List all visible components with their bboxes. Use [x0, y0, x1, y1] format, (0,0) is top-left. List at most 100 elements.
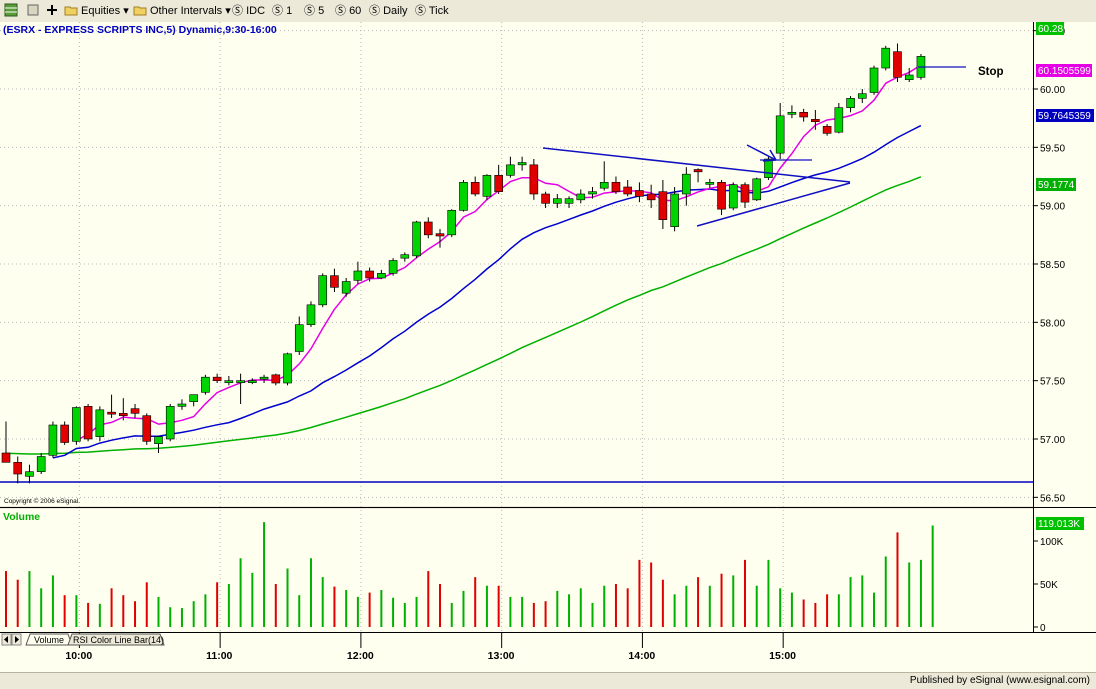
candle-body [365, 270, 374, 279]
equities-menu[interactable]: Equities ▾ [81, 4, 129, 18]
chevron-down-icon: ▾ [123, 5, 129, 17]
tick-button[interactable]: Ⓢ Tick [415, 4, 449, 18]
candle-body [717, 182, 726, 210]
candle [60, 421, 69, 445]
candle [83, 404, 93, 442]
volume-tick-label: 0 [1040, 623, 1046, 634]
candle-body [623, 186, 632, 195]
candle-body [611, 182, 621, 192]
candle-body [682, 173, 691, 195]
candle-body [834, 107, 844, 133]
candle-body [236, 380, 245, 383]
interval-1-label: 1 [286, 5, 293, 17]
candle-body [36, 456, 46, 472]
x-tick-label: 10:00 [65, 650, 92, 662]
candle-body [470, 182, 480, 195]
chart-area[interactable]: 60.5060.0059.5059.0058.5058.0057.5057.00… [0, 22, 1096, 672]
y-tick-label: 58.50 [1040, 260, 1065, 271]
idc-label: IDC [246, 5, 266, 17]
candle-body [740, 184, 750, 203]
circle-icon: Ⓢ [369, 5, 380, 17]
time-axis-bg [0, 632, 1096, 672]
candle-body [705, 182, 715, 185]
candle-body [341, 281, 351, 294]
candle-body [165, 406, 175, 440]
candle-body [693, 169, 703, 173]
circle-icon: Ⓢ [335, 5, 346, 17]
candle-body [494, 175, 503, 192]
candle-body [177, 403, 187, 407]
candle [728, 182, 738, 211]
candle-body [330, 275, 339, 288]
candle-body [306, 304, 316, 325]
grid-icon[interactable] [4, 3, 18, 17]
copyright: Copyright © 2006 eSignal. [4, 497, 80, 505]
daily-button[interactable]: Ⓢ Daily [369, 4, 408, 18]
candle-body [459, 182, 468, 211]
candle-body [400, 254, 410, 259]
candle-body [846, 98, 855, 108]
candle-body [248, 380, 257, 383]
candle [318, 273, 328, 308]
candle-body [553, 198, 562, 204]
candle-body [482, 175, 492, 197]
candle-body [107, 411, 116, 415]
candle [834, 103, 844, 134]
idc-button[interactable]: Ⓢ IDC [232, 4, 265, 18]
candle-body [294, 324, 304, 352]
candle-body [83, 406, 93, 440]
candle [95, 406, 105, 442]
candle-body [775, 115, 785, 154]
interval-5-button[interactable]: Ⓢ 5 [304, 4, 324, 18]
x-tick-label: 14:00 [628, 650, 655, 662]
ma-mid-label: 59.7645359 [1038, 111, 1091, 122]
candle-body [869, 67, 879, 93]
candle-body [670, 193, 679, 227]
volume-panel-bg [0, 509, 1033, 632]
candle [529, 159, 539, 200]
x-tick-label: 12:00 [347, 650, 374, 662]
folder-icon [133, 3, 147, 17]
candle-body [541, 193, 550, 204]
volume-tick-label: 100K [1040, 537, 1064, 548]
candle-body [787, 112, 797, 115]
candle-body [529, 164, 539, 195]
candle-body [822, 126, 832, 134]
y-tick-label: 56.50 [1040, 493, 1065, 504]
y-tick-label: 58.00 [1040, 318, 1065, 329]
y-tick-label: 59.00 [1040, 202, 1065, 213]
x-tick-label: 11:00 [206, 650, 232, 662]
candle-body [658, 191, 668, 220]
candle-body [576, 193, 586, 201]
volume-title: Volume [3, 511, 40, 523]
y-tick-label: 59.50 [1040, 143, 1065, 154]
interval-1-button[interactable]: Ⓢ 1 [272, 4, 292, 18]
add-icon[interactable] [45, 3, 59, 17]
candle [881, 45, 891, 71]
x-tick-label: 15:00 [769, 650, 796, 662]
y-tick-label: 57.00 [1040, 435, 1065, 446]
candle-body [506, 164, 515, 176]
candle-body [13, 462, 23, 475]
other-intervals-menu[interactable]: Other Intervals ▾ [150, 4, 231, 18]
candle-body [25, 471, 34, 477]
interval-60-button[interactable]: Ⓢ 60 [335, 4, 361, 18]
candle [482, 174, 492, 200]
candle-body [388, 260, 398, 274]
toolbar: Equities ▾ Other Intervals ▾ Ⓢ IDC Ⓢ 1 Ⓢ… [0, 0, 1096, 23]
candle-body [447, 210, 457, 236]
candle-body [811, 119, 820, 122]
candle-body [881, 47, 891, 69]
candle-body [599, 182, 609, 189]
settings-icon[interactable] [26, 3, 40, 17]
daily-label: Daily [383, 5, 408, 17]
circle-icon: Ⓢ [272, 5, 283, 17]
candle-body [318, 275, 328, 306]
candle [388, 258, 398, 276]
candle-body [423, 221, 433, 236]
x-tick-label: 13:00 [488, 650, 515, 662]
candle [201, 374, 210, 395]
tab-rsi-label: RSI Color Line Bar(14) [73, 635, 164, 645]
y-tick-label: 57.50 [1040, 377, 1065, 388]
candle-body [435, 233, 445, 237]
